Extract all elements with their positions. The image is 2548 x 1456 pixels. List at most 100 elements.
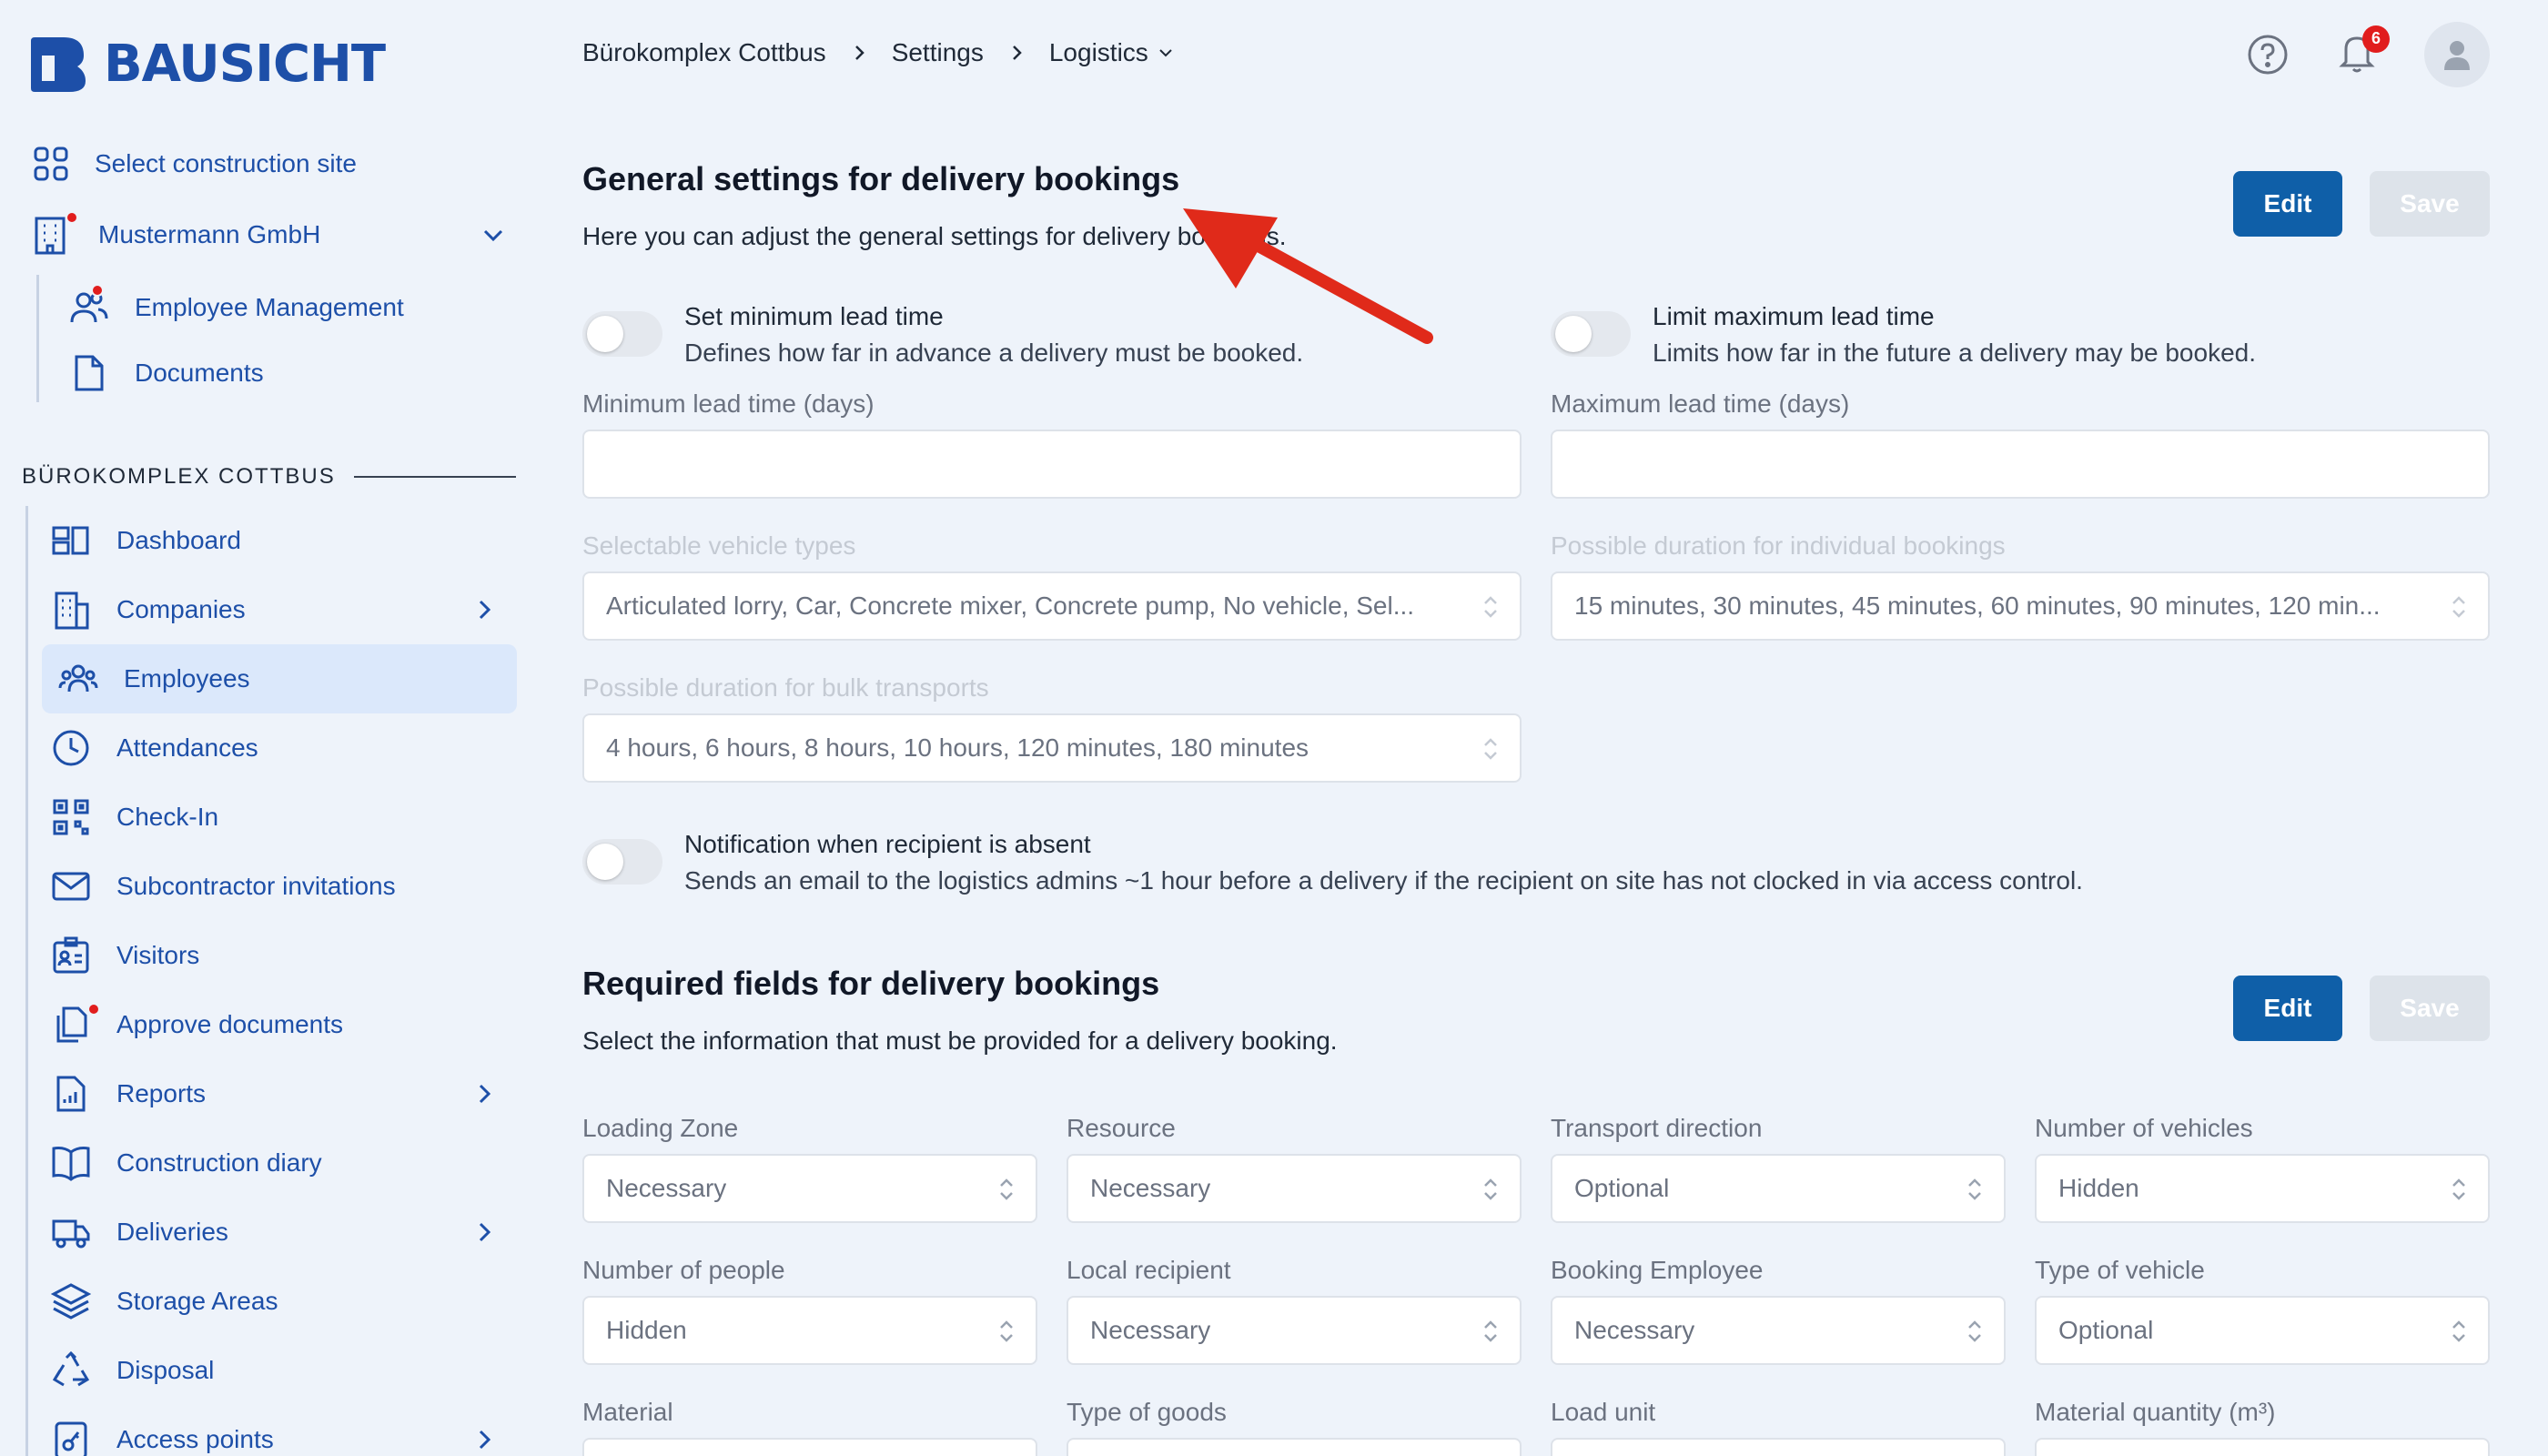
required-save-button[interactable]: Save <box>2370 976 2490 1041</box>
section-title: BÜROKOMPLEX COTTBUS <box>22 464 516 490</box>
help-icon[interactable] <box>2246 33 2290 76</box>
max-lead-time-toggle[interactable] <box>1551 311 1631 357</box>
approve-documents-label: Approve documents <box>116 1010 344 1038</box>
logo[interactable]: BAUSICHT <box>27 35 386 94</box>
required-field-select[interactable]: Optional <box>2035 1296 2490 1365</box>
duration-bulk-label: Possible duration for bulk transports <box>582 673 989 702</box>
required-field-value: Hidden <box>606 1316 687 1344</box>
sidebar-item-approve-documents[interactable]: Approve documents <box>51 1003 344 1045</box>
notification-count-badge: 6 <box>2362 25 2390 53</box>
sidebar-item-construction-diary[interactable]: Construction diary <box>51 1143 322 1183</box>
required-edit-button[interactable]: Edit <box>2233 976 2342 1041</box>
employees-label: Employees <box>124 664 250 693</box>
max-days-label: Maximum lead time (days) <box>1551 389 1850 418</box>
general-settings-description: Here you can adjust the general settings… <box>582 222 1287 250</box>
select-arrows-icon <box>1968 1178 1981 1200</box>
duration-bulk-value: 4 hours, 6 hours, 8 hours, 10 hours, 120… <box>606 733 1309 762</box>
storage-areas-label: Storage Areas <box>116 1287 278 1315</box>
visitors-label: Visitors <box>116 941 200 969</box>
companies-label: Companies <box>116 595 246 623</box>
vehicle-types-select[interactable]: Articulated lorry, Car, Concrete mixer, … <box>582 571 1522 641</box>
max-days-input[interactable] <box>1551 430 2490 499</box>
sidebar-item-attendances[interactable]: Attendances <box>51 728 258 768</box>
sidebar-item-reports[interactable]: Reports <box>51 1074 497 1114</box>
sidebar-item-disposal[interactable]: Disposal <box>51 1350 214 1390</box>
avatar[interactable] <box>2424 22 2490 87</box>
required-field-select[interactable]: Hidden <box>2035 1154 2490 1223</box>
sidebar-item-employee-management[interactable]: Employee Management <box>69 284 404 328</box>
duration-individual-select[interactable]: 15 minutes, 30 minutes, 45 minutes, 60 m… <box>1551 571 2490 641</box>
duration-individual-label: Possible duration for individual booking… <box>1551 531 2006 560</box>
general-save-button[interactable]: Save <box>2370 171 2490 237</box>
sidebar-item-storage-areas[interactable]: Storage Areas <box>51 1281 278 1321</box>
sidebar-item-access-points[interactable]: Access points <box>51 1420 497 1456</box>
min-lead-time-toggle[interactable] <box>582 311 662 357</box>
key-card-icon <box>55 1421 87 1456</box>
chevron-right-icon[interactable] <box>471 1081 497 1107</box>
duration-bulk-select[interactable]: 4 hours, 6 hours, 8 hours, 10 hours, 120… <box>582 713 1522 783</box>
breadcrumb-settings[interactable]: Settings <box>892 38 984 67</box>
required-field-select[interactable] <box>2035 1438 2490 1456</box>
header-actions: 6 <box>2246 22 2490 87</box>
absent-notification-toggle[interactable] <box>582 839 662 885</box>
required-field-select[interactable] <box>1551 1438 2006 1456</box>
required-field-select[interactable]: Necessary <box>582 1154 1037 1223</box>
required-field-value: Necessary <box>1090 1316 1211 1344</box>
notifications[interactable]: 6 <box>2337 25 2390 79</box>
required-field-select[interactable] <box>1067 1438 1522 1456</box>
required-field-select[interactable]: Optional <box>1551 1154 2006 1223</box>
employee-management-label: Employee Management <box>135 293 404 321</box>
users-icon <box>70 292 108 323</box>
sidebar-item-dashboard[interactable]: Dashboard <box>51 521 241 561</box>
chevron-down-icon[interactable] <box>480 222 506 248</box>
sidebar-item-companies[interactable]: Companies <box>51 590 497 630</box>
required-field-value: Necessary <box>606 1174 727 1202</box>
employee-mgmt-alert-dot <box>91 284 104 297</box>
breadcrumb-logistics[interactable]: Logistics <box>1049 38 1174 67</box>
sidebar-item-employees[interactable]: Employees <box>58 659 250 699</box>
sidebar-item-check-in[interactable]: Check-In <box>51 797 218 837</box>
user-icon <box>2444 41 2470 70</box>
company-name: Mustermann GmbH <box>98 220 321 248</box>
qr-code-icon <box>53 799 89 835</box>
select-construction-site[interactable]: Select construction site <box>33 146 357 182</box>
min-days-input[interactable] <box>582 430 1522 499</box>
users-group-icon <box>58 664 98 693</box>
chevron-right-icon[interactable] <box>471 1219 497 1245</box>
required-field-select[interactable] <box>582 1438 1037 1456</box>
building-icon <box>35 217 66 255</box>
breadcrumb-site[interactable]: Bürokomplex Cottbus <box>582 38 826 67</box>
required-field-label: Material <box>582 1398 673 1426</box>
logo-text: BAUSICHT <box>104 35 386 94</box>
documents-stack-icon <box>56 1006 87 1043</box>
required-field-label: Type of vehicle <box>2035 1256 2205 1284</box>
select-arrows-icon <box>2452 596 2465 618</box>
sidebar-item-deliveries[interactable]: Deliveries <box>51 1212 497 1252</box>
approve-documents-alert-dot <box>87 1003 100 1016</box>
general-edit-button[interactable]: Edit <box>2233 171 2342 237</box>
company-selector[interactable]: Mustermann GmbH <box>33 211 506 255</box>
required-field-label: Load unit <box>1551 1398 1656 1426</box>
chevron-right-icon[interactable] <box>471 1427 497 1452</box>
required-field-select[interactable]: Necessary <box>1067 1296 1522 1365</box>
sidebar-item-visitors[interactable]: Visitors <box>51 935 199 976</box>
chevron-right-icon[interactable] <box>471 597 497 622</box>
duration-individual-value: 15 minutes, 30 minutes, 45 minutes, 60 m… <box>1574 592 2381 620</box>
sidebar: BAUSICHT Select construction site Muster… <box>0 0 537 1456</box>
disposal-label: Disposal <box>116 1356 215 1384</box>
attendances-label: Attendances <box>116 733 258 762</box>
chevron-down-icon <box>1159 49 1172 57</box>
sidebar-item-documents[interactable]: Documents <box>69 353 264 393</box>
required-field-select[interactable]: Necessary <box>1067 1154 1522 1223</box>
id-badge-icon <box>53 936 89 974</box>
required-field-label: Booking Employee <box>1551 1256 1764 1284</box>
required-field-label: Transport direction <box>1551 1114 1763 1142</box>
open-book-icon <box>52 1147 90 1181</box>
required-field-select[interactable]: Necessary <box>1551 1296 2006 1365</box>
general-settings-title: General settings for delivery bookings <box>582 160 1180 197</box>
deliveries-label: Deliveries <box>116 1218 228 1246</box>
access-points-label: Access points <box>116 1425 274 1453</box>
documents-label: Documents <box>135 359 264 387</box>
sidebar-item-subcontractor-invitations[interactable]: Subcontractor invitations <box>51 866 396 906</box>
required-field-select[interactable]: Hidden <box>582 1296 1037 1365</box>
